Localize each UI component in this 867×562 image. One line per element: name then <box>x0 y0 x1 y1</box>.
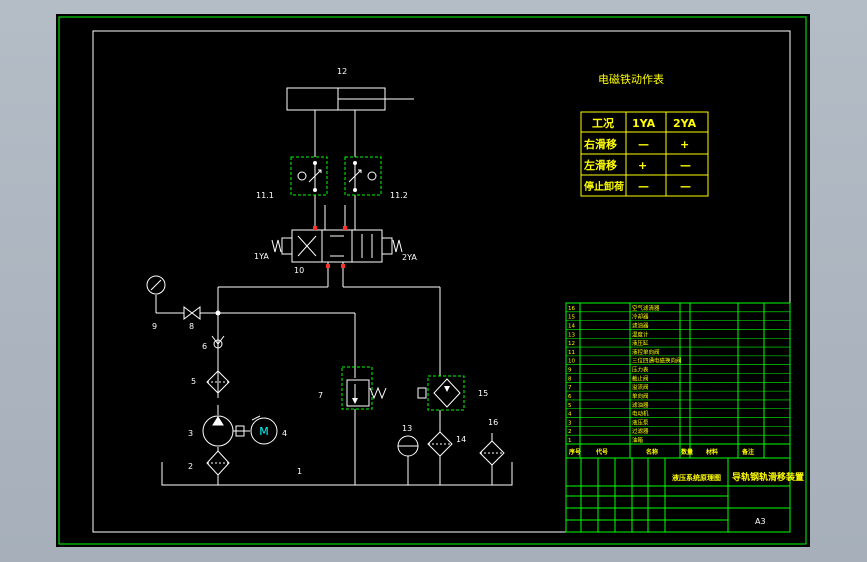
tank-label: 1 <box>297 467 302 476</box>
header-1ya: 1YA <box>632 117 656 130</box>
company-name: 导轨钢轨滑移装置 <box>732 471 804 483</box>
row-2ya: + <box>680 138 689 151</box>
cooler <box>417 375 465 411</box>
parts-row-name: 液压缸 <box>632 339 649 347</box>
parts-row-name: 冷却器 <box>632 313 649 321</box>
parts-list: 16 空气滤清器15 冷却器14 滤油器13 温度计12 液压缸11 液控单向阀10 三位四通… <box>565 302 791 458</box>
hdr-code: 代号 <box>595 448 608 456</box>
parts-row-number: 8 <box>568 376 572 382</box>
solenoid-left-label: 1YA <box>254 252 269 261</box>
cylinder <box>286 87 414 111</box>
parts-row-name: 油箱 <box>632 436 644 444</box>
title-block-text: 序号 代号 名称 数量 材料 备注 液压系统原理图 导轨钢轨滑移装置 A3 <box>568 448 804 526</box>
parts-row-number: 15 <box>568 315 575 321</box>
parts-row-number: 6 <box>568 394 572 400</box>
hdr-qty: 数量 <box>681 448 693 456</box>
header-2ya: 2YA <box>673 117 697 130</box>
hdr-material: 材料 <box>705 448 718 456</box>
parts-row-number: 1 <box>568 438 572 444</box>
hdr-note: 备注 <box>741 448 754 456</box>
lock-right-label: 11.2 <box>390 191 408 200</box>
outer-frame <box>58 16 807 545</box>
row-2ya: — <box>680 159 691 172</box>
parts-row-number: 7 <box>568 385 572 391</box>
lock-left-label: 11.1 <box>256 191 274 200</box>
parts-row-number: 11 <box>568 350 575 356</box>
pilot-check-valve-right <box>344 156 382 196</box>
parts-row-number: 16 <box>568 306 575 312</box>
suction-filter <box>206 450 230 476</box>
parts-row-name: 三位四通电磁换向阀 <box>632 357 682 365</box>
parts-row-number: 13 <box>568 332 575 338</box>
parts-row-name: 单向阀 <box>632 392 649 400</box>
row-mode: 左滑移 <box>583 158 617 172</box>
pipe-lines <box>155 110 513 486</box>
parts-row-name: 液压泵 <box>632 418 649 426</box>
motor-label: 4 <box>282 429 287 438</box>
parts-row-number: 10 <box>568 359 575 365</box>
junction-dot <box>215 310 221 316</box>
air-filter <box>479 433 505 466</box>
valve-label: 10 <box>294 266 304 275</box>
thermometer-label: 13 <box>402 424 412 433</box>
inner-frame <box>92 30 791 533</box>
cooler-label: 15 <box>478 389 488 398</box>
stop-valve <box>183 306 201 320</box>
air-filter-label: 16 <box>488 418 498 427</box>
row-mode: 右滑移 <box>583 137 617 151</box>
parts-row-name: 温度计 <box>632 330 649 338</box>
cylinder-label: 12 <box>337 67 347 76</box>
drawing-name: 液压系统原理图 <box>672 473 721 482</box>
parts-row-number: 5 <box>568 403 572 409</box>
parts-row-name: 液控单向阀 <box>632 348 660 356</box>
parts-row-name: 过滤器 <box>632 427 649 435</box>
parts-row-name: 电动机 <box>632 410 649 418</box>
parts-row-name: 空气滤清器 <box>632 304 660 312</box>
sheet-size: A3 <box>755 517 766 526</box>
parts-row-number: 3 <box>568 420 572 426</box>
action-table: 工况 1YA 2YA 右滑移 — + 左滑移 + — 停止卸荷 — — <box>580 111 709 197</box>
parts-row-number: 14 <box>568 323 575 329</box>
hdr-no: 序号 <box>568 448 581 456</box>
return-filter <box>427 431 453 457</box>
electric-motor: M <box>250 415 278 445</box>
parts-row-name: 滤油器 <box>632 321 649 329</box>
pressure-gauge <box>146 275 166 295</box>
stop-valve-label: 8 <box>189 322 194 331</box>
row-mode: 停止卸荷 <box>584 180 624 193</box>
pump-label: 3 <box>188 429 193 438</box>
drawing-sheet: 12 11.1 11.2 10 1YA 2YA 9 8 6 5 3 M 4 2 … <box>56 14 810 547</box>
parts-row-number: 4 <box>568 412 572 418</box>
row-2ya: — <box>680 180 691 193</box>
thermometer <box>397 435 419 457</box>
hydraulic-pump <box>202 415 250 447</box>
parts-row-number: 2 <box>568 429 572 435</box>
filter-label: 5 <box>191 377 196 386</box>
parts-row-name: 溢流阀 <box>632 383 649 391</box>
gauge-label: 9 <box>152 322 157 331</box>
action-table-title: 电磁铁动作表 <box>598 72 664 86</box>
parts-row-number: 9 <box>568 368 572 374</box>
directional-valve <box>271 229 403 263</box>
row-1ya: — <box>638 138 649 151</box>
header-mode: 工况 <box>592 116 614 130</box>
row-1ya: + <box>638 159 647 172</box>
hydraulic-schematic: 12 11.1 11.2 10 1YA 2YA 9 8 6 5 3 M 4 2 … <box>58 16 807 545</box>
parts-row-number: 12 <box>568 341 575 347</box>
relief-valve-label: 7 <box>318 391 323 400</box>
solenoid-right-label: 2YA <box>402 253 417 262</box>
motor-symbol: M <box>259 425 269 438</box>
hdr-name: 名称 <box>646 448 658 456</box>
relief-valve <box>341 366 387 410</box>
return-filter-label: 14 <box>456 435 466 444</box>
row-1ya: — <box>638 180 649 193</box>
suction-filter-label: 2 <box>188 462 193 471</box>
parts-row-name: 滤油器 <box>632 401 649 409</box>
parts-row-name: 截止阀 <box>632 374 649 382</box>
pilot-check-valve-left <box>290 156 328 196</box>
parts-row-name: 压力表 <box>632 366 649 374</box>
check-valve-label: 6 <box>202 342 207 351</box>
